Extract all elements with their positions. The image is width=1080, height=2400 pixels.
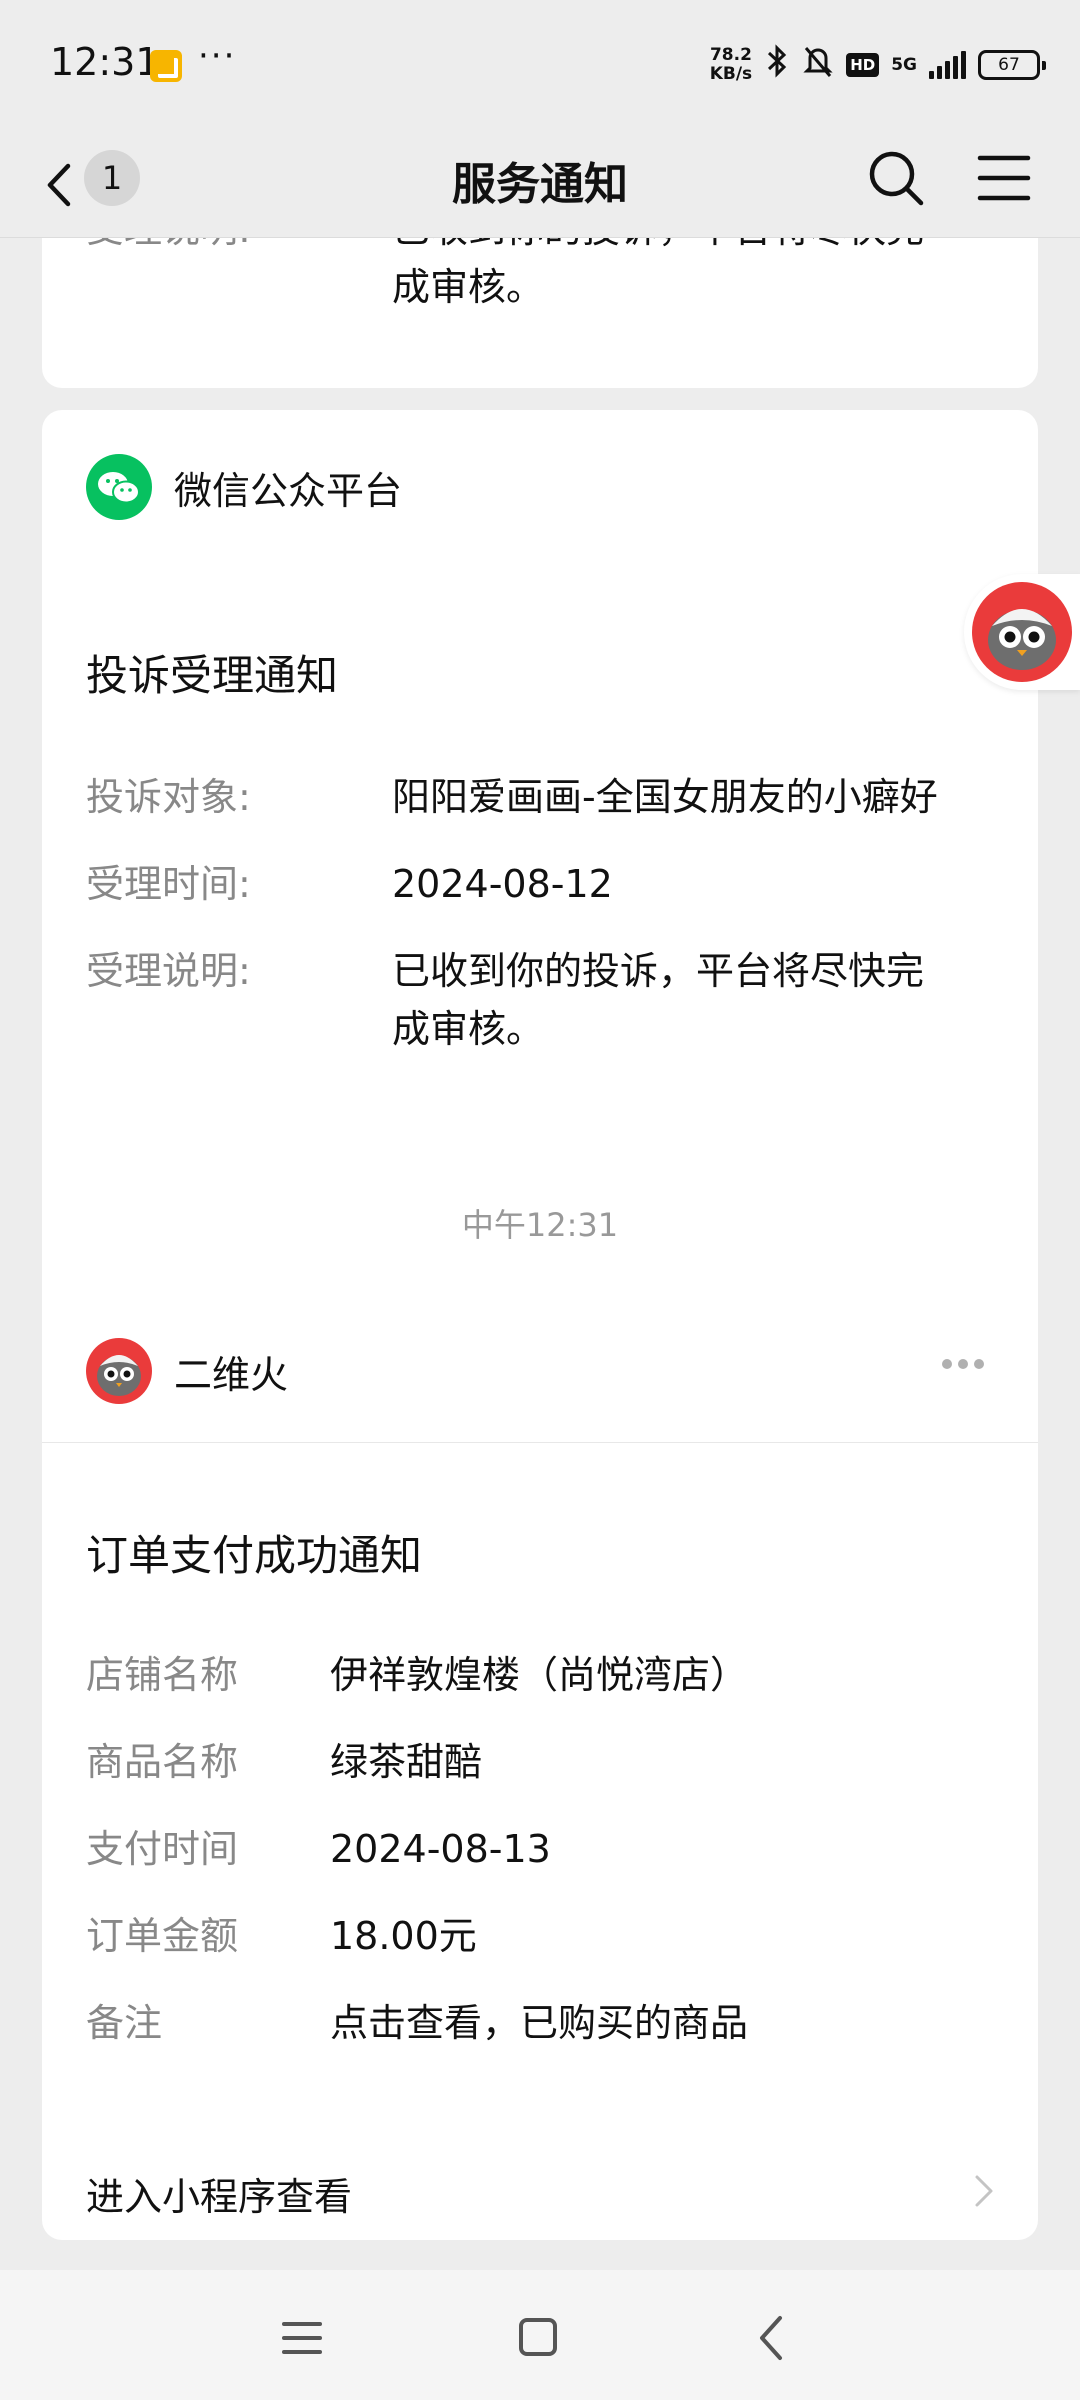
recent-apps-button[interactable]: [272, 2310, 332, 2366]
header-divider: [42, 1442, 1038, 1443]
detail-value-line: 已收到你的投诉，平台将尽快完: [392, 238, 924, 251]
owl-avatar-icon: [86, 1338, 152, 1404]
detail-value-line: 成审核。: [392, 265, 545, 309]
detail-value: 阳阳爱画画-全国女朋友的小癖好: [392, 775, 938, 819]
top-app-bar: 1 服务通知: [0, 130, 1080, 238]
floating-assistant-button[interactable]: [964, 574, 1080, 690]
menu-icon: [977, 155, 1031, 201]
menu-button[interactable]: [976, 150, 1032, 206]
more-options-button[interactable]: [942, 1354, 996, 1380]
detail-value: 2024-08-13: [330, 1827, 551, 1871]
search-button[interactable]: [866, 148, 926, 208]
network-speed-value: 78.2: [709, 45, 752, 65]
network-speed: 78.2 KB/s: [710, 46, 752, 84]
card-header: 微信公众平台: [42, 410, 1038, 558]
detail-value: 2024-08-12: [392, 862, 613, 906]
system-back-button[interactable]: [742, 2310, 802, 2366]
owl-avatar-icon: [972, 582, 1072, 682]
mute-bell-icon: [802, 44, 834, 86]
sender-name: 微信公众平台: [174, 469, 403, 513]
status-time: 12:31: [50, 40, 160, 84]
hd-voice-icon: HD: [846, 53, 880, 77]
notification-card-order[interactable]: 二维火 订单支付成功通知 店铺名称 伊祥敦煌楼（尚悦湾店） 商品名称 绿茶甜醅 …: [42, 1294, 1038, 2240]
network-speed-unit: KB/s: [709, 64, 753, 84]
message-list[interactable]: 受理说明: 已收到你的投诉，平台将尽快完 成审核。 微信公众平台: [0, 238, 1080, 2270]
time-separator: 中午12:31: [461, 1206, 619, 1244]
unread-count-badge: 1: [84, 150, 140, 206]
chevron-left-icon: [760, 2316, 782, 2360]
network-type: 5G: [891, 55, 917, 75]
system-navigation-bar: [0, 2270, 1080, 2400]
dot-icon: [974, 1359, 984, 1369]
back-button[interactable]: [40, 160, 80, 210]
detail-label: 订单金额: [86, 1914, 239, 1958]
battery-icon: 67: [978, 50, 1046, 80]
home-button[interactable]: [508, 2310, 568, 2366]
detail-label: 投诉对象:: [86, 775, 251, 819]
search-icon: [869, 151, 924, 206]
detail-value: 18.00元: [330, 1914, 477, 1958]
signal-icon: [929, 51, 966, 79]
detail-value: 已收到你的投诉，平台将尽快完 成审核。: [392, 238, 924, 316]
detail-label: 受理说明:: [86, 949, 251, 993]
status-icons: 78.2 KB/s HD 5G 67: [710, 40, 1046, 90]
detail-label: 受理时间:: [86, 862, 251, 906]
detail-label: 商品名称: [86, 1740, 239, 1784]
bluetooth-icon: [764, 44, 790, 86]
chevron-left-icon: [47, 163, 71, 207]
menu-icon: [282, 2322, 322, 2354]
detail-value-line: 已收到你的投诉，平台将尽快完: [392, 949, 925, 993]
detail-value-line: 成审核。: [392, 1007, 545, 1051]
wechat-logo-icon: [86, 454, 152, 520]
open-mini-program-label: 进入小程序查看: [86, 2175, 353, 2219]
battery-level: 67: [998, 55, 1020, 75]
detail-label: 支付时间: [86, 1827, 239, 1871]
detail-label: 备注: [86, 2001, 163, 2045]
dot-icon: [958, 1359, 968, 1369]
detail-value: 绿茶甜醅: [330, 1740, 483, 1784]
screen: 12:31 ··· 78.2 KB/s HD 5G 67 1 服务通知 成审核。…: [0, 0, 1080, 2400]
notice-title: 订单支付成功通知: [86, 1531, 423, 1580]
more-notifications-indicator: ···: [198, 36, 237, 76]
dot-icon: [942, 1359, 952, 1369]
detail-value: 伊祥敦煌楼（尚悦湾店）: [330, 1653, 749, 1697]
status-bar: 12:31 ··· 78.2 KB/s HD 5G 67: [0, 0, 1080, 130]
detail-value: 点击查看，已购买的商品: [330, 2001, 749, 2045]
card-header: 二维火: [42, 1294, 1038, 1442]
detail-label: 受理说明:: [86, 238, 251, 258]
detail-value: 已收到你的投诉，平台将尽快完 成审核。: [392, 942, 924, 1058]
open-mini-program-link[interactable]: 进入小程序查看: [86, 2166, 996, 2240]
sender-name: 二维火: [174, 1353, 289, 1397]
notification-card-previous[interactable]: 受理说明: 已收到你的投诉，平台将尽快完 成审核。: [42, 238, 1038, 388]
chevron-right-icon: [975, 2175, 993, 2207]
notification-app-icon: [150, 50, 182, 82]
notice-title: 投诉受理通知: [86, 651, 339, 700]
detail-label: 店铺名称: [86, 1653, 239, 1697]
home-square-icon: [519, 2318, 557, 2356]
